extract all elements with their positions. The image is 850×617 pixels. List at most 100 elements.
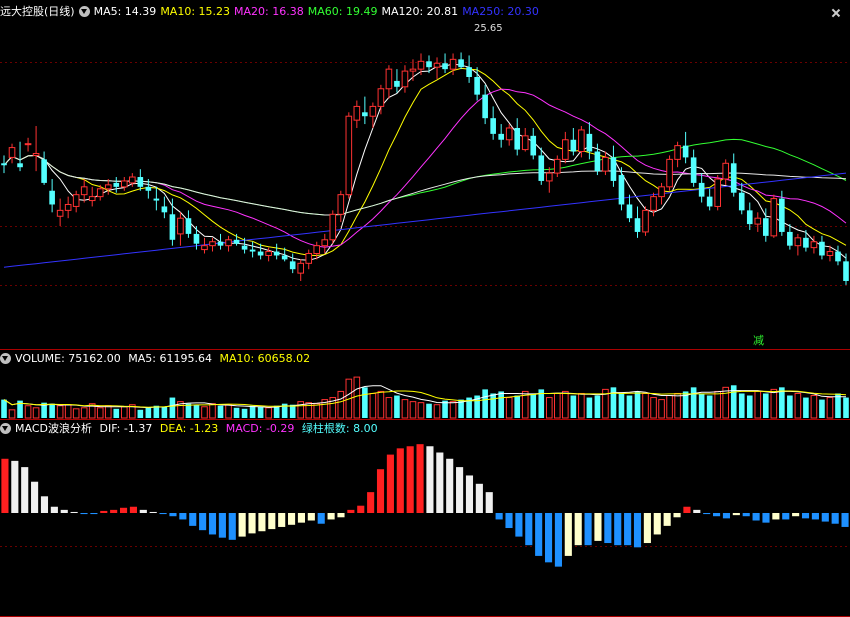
volume-bar — [145, 407, 152, 418]
macd-bar — [436, 452, 444, 513]
macd-bar — [821, 513, 829, 522]
candle-body — [658, 186, 665, 198]
macd-bar — [268, 513, 276, 530]
candle-body — [241, 245, 248, 250]
candle-body — [265, 251, 272, 256]
volume-bar — [169, 397, 176, 418]
macd-bar — [80, 513, 88, 515]
candle-body — [145, 186, 152, 191]
candle-body — [273, 251, 280, 256]
volume-bar — [594, 395, 601, 418]
macd-bar — [633, 513, 642, 548]
candle-body — [72, 194, 80, 207]
macd-bar — [169, 513, 177, 517]
macd-bar — [624, 513, 632, 546]
candle-body — [305, 253, 313, 264]
macd-bar — [693, 509, 701, 513]
candle-body — [746, 210, 753, 225]
candle-body — [498, 133, 504, 140]
candle-body — [153, 198, 160, 201]
dropdown-icon[interactable] — [78, 6, 90, 17]
macd-bar — [831, 513, 839, 524]
volume-bar — [193, 404, 200, 418]
volume-bar — [738, 393, 745, 418]
volume-bar — [787, 395, 793, 418]
candle-body — [666, 158, 673, 188]
macd-bar — [574, 513, 582, 546]
volume-bar — [770, 388, 778, 419]
candle-body — [442, 63, 448, 70]
macd-bar — [189, 513, 197, 526]
volume-bar — [650, 397, 657, 419]
main-header: 远大控股(日线) MA5: 14.39 MA10: 15.23 MA20: 16.38… — [0, 4, 547, 20]
macd-bar — [841, 513, 849, 527]
candle-body — [730, 163, 737, 193]
stock-chart — [0, 52, 850, 617]
candle-body — [826, 251, 834, 256]
macd-bar — [475, 483, 483, 513]
volume-bar — [610, 387, 617, 418]
candle-body — [313, 245, 321, 255]
candle-body — [570, 139, 577, 152]
dropdown-icon[interactable] — [0, 353, 11, 364]
volume-bar — [161, 406, 168, 418]
macd-bar — [139, 509, 147, 513]
candle-body — [289, 261, 296, 270]
candlesticks — [1, 52, 849, 285]
volume-ma10: MA10: 60658.02 — [219, 352, 311, 365]
volume-bar — [201, 406, 208, 419]
macd-bar — [288, 513, 296, 525]
ma-legend-item: MA5: 14.39 — [93, 5, 157, 18]
macd-bar — [604, 513, 612, 544]
volume-bar — [417, 402, 425, 419]
volume-bar — [794, 392, 802, 419]
candle-body — [394, 80, 400, 87]
volume-bar — [482, 389, 488, 418]
macd-bar — [752, 513, 760, 521]
macd-bar — [653, 513, 661, 535]
candle-body — [466, 67, 472, 77]
macd-bar — [367, 492, 375, 513]
volume-bar — [722, 386, 730, 419]
macd-bar — [317, 513, 325, 524]
candle-body — [257, 251, 264, 256]
volume-bar — [545, 397, 553, 419]
volume-bar — [498, 391, 504, 418]
candle-body — [41, 159, 47, 183]
volume-bar — [32, 407, 40, 419]
candle-body — [233, 239, 240, 244]
candle-body — [674, 145, 681, 160]
macd-title[interactable]: MACD波浪分析 — [15, 422, 92, 435]
macd-bar — [722, 513, 731, 519]
macd-bar — [21, 467, 29, 513]
close-icon[interactable] — [832, 9, 840, 17]
candle-body — [385, 68, 393, 90]
candle-body — [554, 158, 561, 174]
candle-body — [321, 239, 329, 247]
volume-bar — [746, 395, 753, 418]
candle-body — [779, 198, 785, 232]
candle-body — [64, 203, 72, 211]
macd-bar — [327, 513, 335, 520]
volume-bar — [225, 404, 232, 419]
macd-bar — [218, 513, 226, 538]
macd-bar — [386, 454, 394, 513]
macd-bar — [703, 513, 711, 515]
candle-body — [545, 172, 553, 182]
macd-bar — [535, 513, 543, 556]
volume-bar — [249, 405, 256, 418]
candle-body — [345, 115, 353, 196]
volume-bar — [442, 400, 448, 418]
macd-bar — [782, 513, 790, 520]
candle-body — [803, 237, 809, 248]
candle-body — [281, 255, 288, 260]
volume-bar — [634, 391, 641, 418]
macd-bar — [525, 513, 533, 546]
stock-title[interactable]: 远大控股(日线) — [0, 5, 75, 18]
volume-bar — [409, 401, 417, 419]
dropdown-icon[interactable] — [0, 423, 11, 434]
volume-bar — [49, 403, 55, 418]
candle-body — [642, 209, 649, 233]
candle-body — [49, 190, 55, 205]
macd-bar — [772, 513, 780, 520]
